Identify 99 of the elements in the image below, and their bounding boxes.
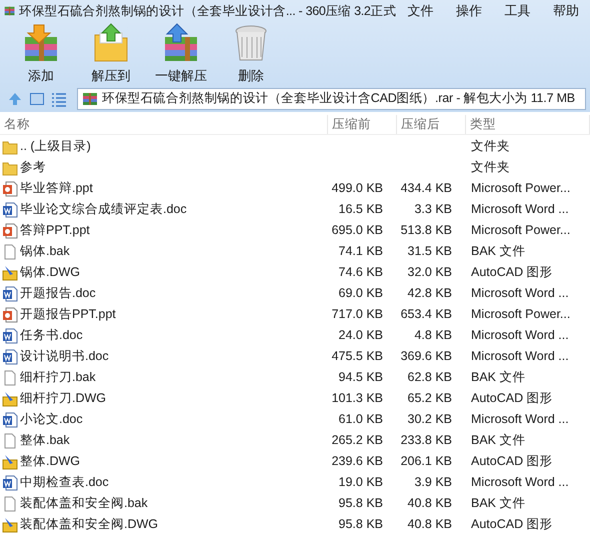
address-field[interactable]: 环保型石硫合剂熬制锅的设计（全套毕业设计含CAD图纸）.rar - 解包大小为 11.7 MB	[77, 88, 586, 110]
table-cell: 30.2 KB	[408, 412, 452, 426]
table-cell: BAK 文件	[471, 496, 526, 510]
menu-item[interactable]: 文件	[403, 1, 438, 21]
file-name[interactable]: .. (上级目录)	[20, 137, 91, 156]
table-cell: 95.8 KB	[338, 517, 383, 532]
table-cell: 95.8 KB	[338, 496, 383, 510]
table-cell: 499.0 KB	[332, 181, 383, 196]
archive-up-arrow-icon	[162, 23, 200, 64]
table-cell: Microsoft Power...	[471, 223, 570, 238]
table-cell: 717.0 KB	[332, 307, 383, 322]
column-header[interactable]: 名称	[0, 115, 328, 134]
file-name[interactable]: 毕业答辩.ppt	[20, 179, 93, 198]
table-cell: 265.2 KB	[332, 433, 383, 448]
table-cell: 40.8 KB	[408, 517, 452, 532]
table-cell: Microsoft Power...	[471, 181, 570, 196]
file-name[interactable]: 细杆拧刀.bak	[20, 368, 96, 387]
table-cell: 32.0 KB	[408, 265, 452, 280]
table-cell: Microsoft Word ...	[471, 202, 569, 216]
file-name[interactable]: 装配体盖和安全阀.DWG	[20, 515, 158, 534]
table-cell: 3.3 KB	[414, 202, 452, 216]
up-arrow-icon[interactable]	[7, 90, 23, 106]
file-name[interactable]: 细杆拧刀.DWG	[20, 389, 106, 408]
file-name[interactable]: 小论文.doc	[20, 410, 83, 429]
table-cell: 233.8 KB	[400, 433, 452, 448]
table-cell: BAK 文件	[471, 433, 526, 448]
file-name[interactable]: 开题报告PPT.ppt	[20, 305, 116, 324]
table-cell: 文件夹	[471, 139, 510, 154]
file-name[interactable]: 任务书.doc	[20, 326, 83, 345]
file-name[interactable]: 锅体.DWG	[20, 263, 80, 282]
table-cell: 4.8 KB	[414, 328, 452, 342]
table-cell: 65.2 KB	[408, 391, 452, 406]
table-cell: 42.8 KB	[408, 286, 452, 300]
table-cell: Microsoft Word ...	[471, 349, 569, 364]
table-cell: 434.4 KB	[400, 181, 452, 196]
table-cell: 61.0 KB	[338, 412, 383, 426]
menu-item[interactable]: 工具	[500, 1, 534, 21]
table-cell: 74.6 KB	[338, 265, 383, 280]
file-name[interactable]: 参考	[20, 158, 46, 177]
table-cell: Microsoft Word ...	[471, 286, 569, 300]
table-cell: BAK 文件	[471, 370, 526, 384]
column-header[interactable]: 压缩前	[328, 115, 397, 134]
table-cell: Microsoft Word ...	[471, 412, 569, 426]
folder-icon	[2, 138, 18, 154]
column-header[interactable]: 类型	[466, 115, 590, 134]
cad-file-icon	[2, 264, 18, 280]
menu-item[interactable]: 帮助	[548, 1, 583, 21]
file-name[interactable]: 装配体盖和安全阀.bak	[20, 494, 148, 513]
table-cell: 695.0 KB	[332, 223, 383, 238]
toolbar-button[interactable]: 一键解压	[156, 23, 206, 86]
table-cell: BAK 文件	[471, 244, 526, 258]
file-name[interactable]: 答辩PPT.ppt	[20, 221, 90, 240]
table-cell: AutoCAD 图形	[471, 517, 553, 532]
window-view-icon[interactable]	[29, 90, 45, 106]
column-header[interactable]: 压缩后	[397, 115, 466, 134]
table-cell: 19.0 KB	[338, 475, 383, 490]
table-cell: 94.5 KB	[338, 370, 383, 384]
table-cell: 475.5 KB	[332, 349, 383, 364]
table-cell: 369.6 KB	[400, 349, 452, 364]
file-name[interactable]: 设计说明书.doc	[20, 347, 109, 366]
table-cell: 513.8 KB	[400, 223, 452, 238]
table-cell: 24.0 KB	[338, 328, 383, 342]
table-cell: AutoCAD 图形	[471, 454, 553, 468]
table-cell: 16.5 KB	[338, 202, 383, 216]
cad-file-icon	[2, 390, 18, 406]
table-cell: 文件夹	[471, 160, 510, 174]
table-cell: Microsoft Word ...	[471, 475, 569, 490]
file-name[interactable]: 锅体.bak	[20, 242, 70, 261]
window-title: 环保型石硫合剂熬制锅的设计（全套毕业设计含... - 360压缩 3.2正式	[19, 2, 396, 20]
toolbar-button[interactable]: 删除	[226, 23, 276, 86]
table-cell: 62.8 KB	[408, 370, 452, 384]
table-cell: 101.3 KB	[332, 391, 383, 406]
file-name[interactable]: 整体.bak	[20, 431, 70, 450]
table-cell: 40.8 KB	[408, 496, 452, 510]
toolbar-button[interactable]: 添加	[16, 23, 66, 86]
table-cell: AutoCAD 图形	[471, 391, 553, 406]
menu-item[interactable]: 操作	[452, 1, 486, 21]
table-cell: Microsoft Power...	[471, 307, 570, 322]
list-view-icon[interactable]	[51, 90, 67, 106]
table-cell: 239.6 KB	[332, 454, 383, 468]
archive-down-arrow-icon	[22, 23, 60, 64]
file-name[interactable]: 毕业论文综合成绩评定表.doc	[20, 200, 187, 219]
file-name[interactable]: 中期检查表.doc	[20, 473, 109, 492]
cad-file-icon	[2, 516, 18, 532]
folder-up-arrow-icon	[92, 23, 130, 64]
toolbar-button[interactable]: 解压到	[86, 23, 136, 86]
table-cell: 31.5 KB	[408, 244, 452, 258]
table-cell: 206.1 KB	[400, 454, 452, 468]
cad-file-icon	[2, 454, 18, 470]
table-cell: 74.1 KB	[338, 244, 383, 258]
folder-icon	[2, 160, 18, 176]
table-cell: AutoCAD 图形	[471, 265, 553, 280]
archive-icon	[82, 90, 98, 106]
table-cell: Microsoft Word ...	[471, 328, 569, 342]
table-cell: 653.4 KB	[400, 307, 452, 322]
table-cell: 3.9 KB	[414, 475, 452, 490]
table-cell: 69.0 KB	[338, 286, 383, 300]
file-name[interactable]: 开题报告.doc	[20, 284, 96, 303]
file-name[interactable]: 整体.DWG	[20, 452, 80, 471]
